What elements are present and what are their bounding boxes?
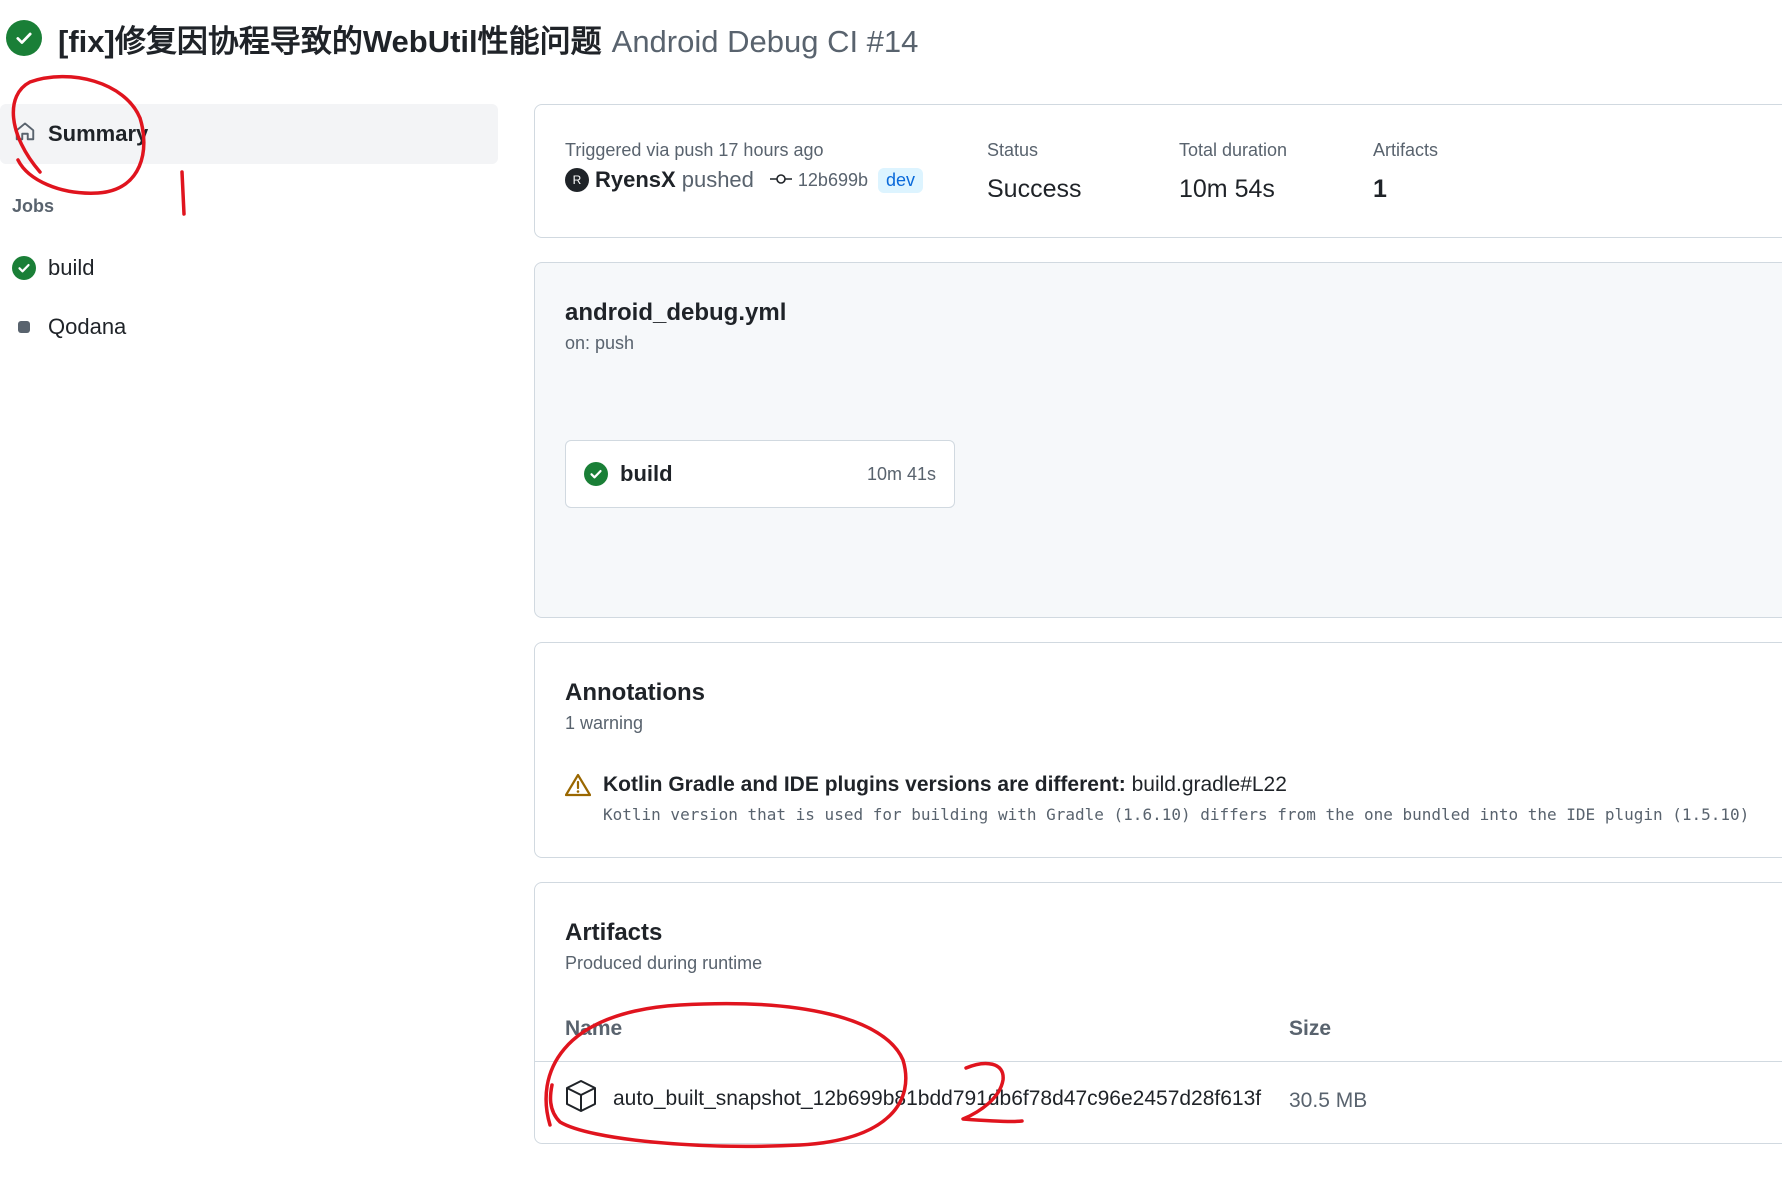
table-divider <box>535 1061 1782 1062</box>
check-circle-icon <box>12 256 36 280</box>
job-node-build[interactable]: build 10m 41s <box>565 440 955 508</box>
pending-square-icon <box>12 315 36 339</box>
run-summary-card: Triggered via push 17 hours ago R RyensX… <box>534 104 1782 238</box>
sidebar-item-qodana[interactable]: Qodana <box>12 309 126 345</box>
avatar[interactable]: R <box>565 168 589 192</box>
branch-badge[interactable]: dev <box>877 167 924 193</box>
check-circle-icon <box>6 20 42 56</box>
check-circle-icon <box>584 462 608 486</box>
page-title: [fix]修复因协程导致的WebUtil性能问题 Android Debug CI… <box>6 16 918 60</box>
duration-label: Total duration <box>1179 140 1288 160</box>
col-header-name: Name <box>565 1017 623 1040</box>
commit-link[interactable]: 12b699b <box>769 169 868 191</box>
col-header-size: Size <box>1289 1017 1332 1040</box>
artifacts-subtitle: Produced during runtime <box>565 953 763 973</box>
annotations-title: Annotations <box>565 679 705 706</box>
workflow-graph-card: android_debug.yml on: push build 10m 41s <box>534 262 1782 618</box>
package-icon <box>565 1079 597 1118</box>
workflow-name[interactable]: Android Debug CI #14 <box>612 24 919 59</box>
workflow-file: android_debug.yml <box>565 299 787 326</box>
commit-sha: 12b699b <box>797 169 868 190</box>
annotation-location-link[interactable]: build.gradle#L22 <box>1132 773 1287 796</box>
job-name: build <box>620 461 673 486</box>
artifacts-label: Artifacts <box>1373 140 1439 160</box>
sidebar-item-summary[interactable]: Summary <box>0 104 498 164</box>
job-duration: 10m 41s <box>866 463 936 484</box>
annotations-card: Annotations 1 warning Kotlin Gradle and … <box>534 642 1782 858</box>
push-info: R RyensX pushed 12b699b dev <box>565 167 924 193</box>
annotation-message: Kotlin version that is used for building… <box>603 805 1750 824</box>
home-icon <box>14 120 36 148</box>
run-title: [fix]修复因协程导致的WebUtil性能问题 <box>58 23 602 59</box>
annotation-item: Kotlin Gradle and IDE plugins versions a… <box>564 773 1750 824</box>
annotations-count: 1 warning <box>565 713 644 733</box>
workflow-event: on: push <box>565 333 635 353</box>
artifact-size: 30.5 MB <box>1289 1089 1368 1112</box>
sidebar-item-label: Qodana <box>48 314 127 339</box>
duration-value: 10m 54s <box>1179 175 1275 203</box>
artifact-download-link[interactable]: auto_built_snapshot_12b699b81bdd791db6f7… <box>613 1087 1261 1111</box>
warning-icon <box>564 773 592 802</box>
sidebar-item-label: build <box>48 255 95 280</box>
status-label: Status <box>987 140 1039 160</box>
actor-link[interactable]: RyensX <box>595 167 676 193</box>
artifacts-count: 1 <box>1373 175 1387 203</box>
push-action: pushed <box>681 167 754 192</box>
trigger-text: Triggered via push 17 hours ago <box>565 140 824 160</box>
markup-mark-1 <box>180 170 186 216</box>
artifacts-card: Artifacts Produced during runtime Name S… <box>534 882 1782 1144</box>
git-commit-icon <box>769 170 792 191</box>
sidebar-item-build[interactable]: build <box>12 250 94 286</box>
table-row: auto_built_snapshot_12b699b81bdd791db6f7… <box>565 1079 1261 1118</box>
workflow-run-page: [fix]修复因协程导致的WebUtil性能问题 Android Debug CI… <box>0 0 1782 1186</box>
sidebar-item-label: Summary <box>48 121 149 146</box>
status-value: Success <box>987 175 1082 203</box>
artifacts-title: Artifacts <box>565 919 663 946</box>
annotation-headline: Kotlin Gradle and IDE plugins versions a… <box>603 773 1126 796</box>
jobs-heading: Jobs <box>12 196 55 216</box>
